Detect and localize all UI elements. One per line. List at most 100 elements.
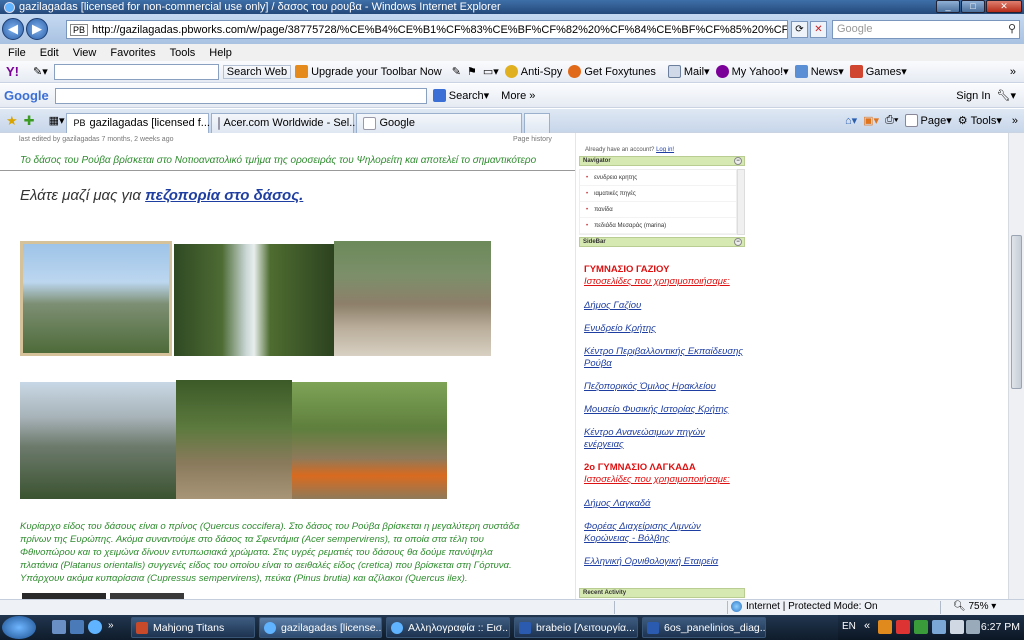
taskbar-item-word-1[interactable]: brabeio [Λειτουργία... (514, 617, 638, 638)
close-button[interactable]: ✕ (986, 0, 1022, 13)
vertical-scrollbar[interactable] (1008, 133, 1024, 599)
new-tab-button[interactable] (524, 112, 551, 133)
mail-button[interactable]: Mail ▾ (667, 65, 710, 78)
command-overflow-icon[interactable]: » (1012, 115, 1018, 127)
yahoo-logo[interactable]: Y! (6, 64, 19, 79)
tray-icon[interactable] (914, 620, 928, 634)
google-search-input[interactable] (54, 87, 427, 104)
more-button[interactable]: More » (501, 90, 535, 102)
clock[interactable]: 6:27 PM (981, 621, 1020, 633)
taskbar-item-mahjong[interactable]: Mahjong Titans (131, 617, 255, 638)
menu-tools[interactable]: Tools (170, 47, 196, 59)
scrollbar-thumb[interactable] (1011, 235, 1022, 389)
url-text: http://gazilagadas.pbworks.com/w/page/38… (92, 23, 788, 36)
quick-tabs-icon[interactable]: ▦▾ (49, 114, 65, 127)
menu-file[interactable]: File (8, 47, 26, 59)
ie-quicklaunch-icon[interactable] (88, 620, 102, 634)
tab-google[interactable]: Google (356, 112, 523, 133)
collapse-icon[interactable]: − (734, 238, 742, 246)
photo-forest-path[interactable] (176, 380, 292, 499)
zoom-control[interactable]: 🔍︎ 75% ▾ (953, 601, 996, 612)
login-link[interactable]: Log in! (656, 147, 674, 153)
google-search-button[interactable]: Search ▾ (432, 89, 489, 102)
collapse-icon[interactable]: − (734, 157, 742, 165)
menu-favorites[interactable]: Favorites (110, 47, 155, 59)
refresh-icon[interactable]: ⟳ (791, 21, 808, 38)
feeds-icon[interactable]: ▣▾ (863, 114, 879, 127)
minimize-button[interactable]: _ (936, 0, 960, 13)
taskbar-item-mail[interactable]: Αλληλογραφία :: Εισ... (386, 617, 510, 638)
sidebar-link[interactable]: Κέντρο Περιβαλλοντικής Εκπαίδευσης Ρούβα (584, 346, 744, 370)
quicklaunch-overflow-icon[interactable]: » (108, 620, 122, 634)
upgrade-toolbar-button[interactable]: Upgrade your Toolbar Now (295, 65, 442, 78)
zone-text: Internet | Protected Mode: On (746, 601, 878, 612)
sidebar-link[interactable]: Πεζοπορικός Όμιλος Ηρακλείου (584, 381, 744, 393)
stop-icon[interactable]: ✕ (810, 21, 827, 38)
volume-icon[interactable] (950, 620, 964, 634)
pencil-icon[interactable]: ✎▾ (33, 65, 48, 78)
taskbar-item-ie[interactable]: gazilagadas [license... (259, 617, 382, 638)
switch-windows-icon[interactable] (70, 620, 84, 634)
sidebar-link[interactable]: Δήμος Γαζίου (584, 300, 744, 312)
yahoo-search-input[interactable] (53, 63, 219, 80)
language-indicator[interactable]: EN (842, 621, 856, 632)
sidebar-link[interactable]: Κέντρο Ανανεώσιμων πηγών ενέργειας (584, 427, 744, 451)
hiking-link[interactable]: πεζοπορία στο δάσος. (145, 187, 303, 204)
network-icon[interactable] (932, 620, 946, 634)
photo-mountains[interactable] (20, 241, 172, 356)
navigator-scrollbar[interactable] (737, 169, 745, 235)
bookmark-icon[interactable]: ⚑ (467, 65, 477, 78)
highlighter-icon[interactable]: ✎ (452, 65, 461, 78)
print-icon[interactable]: ⎙▾ (885, 114, 898, 127)
address-bar[interactable]: PB http://gazilagadas.pbworks.com/w/page… (66, 20, 788, 39)
home-icon[interactable]: ⌂▾ (845, 114, 857, 127)
maximize-button[interactable]: □ (961, 0, 985, 13)
wrench-icon[interactable]: 🔧︎▾ (997, 89, 1017, 102)
tray-expand-icon[interactable]: « (864, 620, 870, 632)
anti-spy-button[interactable]: Anti-Spy (504, 65, 562, 78)
sidebar-link[interactable]: Δήμος Λαγκαδά (584, 498, 744, 510)
recent-activity-header: Recent Activity (579, 588, 745, 598)
nav-item[interactable]: • ενυδρειο κρητης (580, 170, 736, 186)
tray-icon[interactable] (966, 620, 980, 634)
search-icon[interactable]: ⚲ (1008, 21, 1016, 38)
tray-icon[interactable] (896, 620, 910, 634)
menu-edit[interactable]: Edit (40, 47, 59, 59)
page-history-link[interactable]: Page history (513, 136, 552, 143)
search-web-button[interactable]: Search Web (222, 64, 292, 79)
games-button[interactable]: Games ▾ (849, 65, 907, 78)
sidebar-link[interactable]: Ενυδρείο Κρήτης (584, 323, 744, 335)
window-icon[interactable]: ▭▾ (483, 65, 499, 78)
favorites-star-icon[interactable]: ★ (6, 113, 18, 129)
news-button[interactable]: News ▾ (794, 65, 844, 78)
start-button[interactable] (2, 616, 36, 639)
menu-help[interactable]: Help (209, 47, 232, 59)
nav-item[interactable]: • ιαματικές πηγές (580, 186, 736, 202)
foxytunes-button[interactable]: Get Foxytunes (568, 65, 656, 78)
nav-item[interactable]: • πεδιάδα Μεσαράς (marina) (580, 218, 736, 234)
tools-menu-button[interactable]: ⚙ Tools ▾ (958, 114, 1002, 128)
back-button[interactable]: ◀ (2, 18, 24, 40)
toolbar-overflow-icon[interactable]: » (1010, 66, 1016, 78)
menu-view[interactable]: View (73, 47, 97, 59)
tray-icon[interactable] (878, 620, 892, 634)
sign-in-button[interactable]: Sign In (956, 90, 990, 102)
photo-gorge[interactable] (20, 382, 176, 499)
security-zone[interactable]: Internet | Protected Mode: On (731, 601, 878, 612)
sidebar-link[interactable]: Ελληνική Ορνιθολογική Εταιρεία (584, 556, 744, 568)
add-favorites-icon[interactable]: ✚ (24, 113, 35, 129)
photo-waterfall[interactable] (174, 244, 334, 356)
tab-acer[interactable]: Acer.com Worldwide - Sel... (211, 112, 358, 133)
show-desktop-icon[interactable] (52, 620, 66, 634)
taskbar-item-word-2[interactable]: 6os_panelinios_diag... (642, 617, 766, 638)
page-menu-button[interactable]: Page ▾ (904, 114, 952, 127)
sidebar-link[interactable]: Μουσείο Φυσικής Ιστορίας Κρήτης (584, 404, 744, 416)
photo-campfire[interactable] (292, 382, 447, 499)
forward-button[interactable]: ▶ (26, 18, 48, 40)
my-yahoo-button[interactable]: My Yahoo! ▾ (715, 65, 789, 78)
photo-stone-hut[interactable] (334, 241, 491, 356)
sidebar-link[interactable]: Φορέας Διαχείρισης Λιμνών Κορώνειας - Βό… (584, 521, 744, 545)
tab-gazilagadas[interactable]: PB gazilagadas [licensed f... ✕ (66, 112, 219, 133)
search-input[interactable]: Google ⚲ (832, 20, 1020, 39)
nav-item[interactable]: • πανίδα (580, 202, 736, 218)
